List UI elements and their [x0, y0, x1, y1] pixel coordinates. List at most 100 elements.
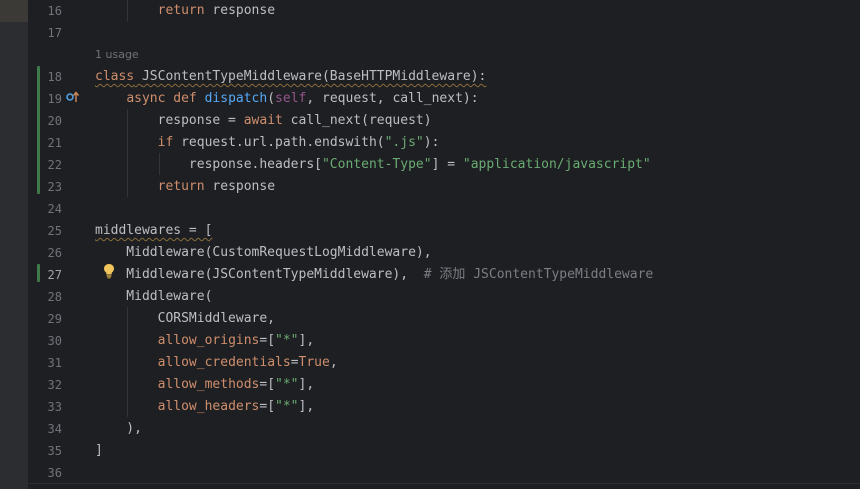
line-number[interactable]: 34 [28, 418, 62, 440]
line-number[interactable]: 30 [28, 330, 62, 352]
code-line[interactable]: allow_methods=["*"], [95, 374, 315, 396]
code-token: ], [298, 333, 315, 348]
code-token: allow_methods [157, 377, 260, 392]
code-token: if [157, 135, 174, 150]
code-token: ), [95, 421, 142, 436]
code-token: = [290, 355, 299, 370]
line-number[interactable]: 25 [28, 220, 62, 242]
line-number[interactable]: 28 [28, 286, 62, 308]
code-token: ] [95, 443, 103, 458]
lightbulb-icon[interactable] [103, 263, 115, 279]
code-token: self [275, 91, 307, 106]
code-token: Middleware( [95, 289, 213, 304]
code-token: middlewares = [ [95, 223, 213, 238]
code-line[interactable]: ), [95, 418, 142, 440]
usage-hint[interactable]: 1 usage [95, 44, 139, 66]
code-line[interactable]: middlewares = [ [95, 220, 212, 242]
line-number[interactable]: 26 [28, 242, 62, 264]
code-token: allow_headers [157, 399, 260, 414]
line-number[interactable]: 21 [28, 132, 62, 154]
code-line[interactable]: allow_credentials=True, [95, 352, 338, 374]
line-number[interactable]: 19 [28, 88, 62, 110]
code-token: JSContentTypeMiddleware [141, 69, 322, 84]
code-token: async [126, 91, 166, 106]
code-token: ( [267, 91, 276, 106]
line-number[interactable]: 36 [28, 462, 62, 484]
code-token: "*" [275, 377, 299, 392]
line-number[interactable]: 27 [28, 264, 62, 286]
override-method-icon[interactable] [66, 91, 80, 103]
code-token: =[ [259, 399, 276, 414]
code-token: return [157, 179, 205, 194]
code-line[interactable]: allow_headers=["*"], [95, 396, 315, 418]
code-token: response [204, 179, 276, 194]
line-number[interactable]: 17 [28, 22, 62, 44]
code-token: Middleware(CustomRequestLogMiddleware), [95, 245, 432, 260]
code-token: request.url.path.endswith( [173, 135, 385, 150]
code-token: response = [95, 113, 244, 128]
code-token: "application/javascript" [462, 157, 651, 172]
code-line[interactable]: Middleware(JSContentTypeMiddleware), # 添… [95, 264, 653, 286]
code-token: Middleware(JSContentTypeMiddleware), [95, 267, 424, 282]
line-number[interactable]: 29 [28, 308, 62, 330]
code-line[interactable]: CORSMiddleware, [95, 308, 275, 330]
code-line[interactable]: Middleware(CustomRequestLogMiddleware), [95, 242, 432, 264]
code-token: CORSMiddleware, [95, 311, 276, 326]
line-number[interactable]: 31 [28, 352, 62, 374]
code-line[interactable]: response = await call_next(request) [95, 110, 432, 132]
code-token: , request, call_next): [306, 91, 479, 106]
code-line[interactable]: response.headers["Content-Type"] = "appl… [95, 154, 651, 176]
code-token: allow_origins [157, 333, 260, 348]
code-line[interactable]: async def dispatch(self, request, call_n… [95, 88, 479, 110]
code-token: return [157, 3, 205, 18]
code-token: ".js" [384, 135, 424, 150]
code-line[interactable]: allow_origins=["*"], [95, 330, 315, 352]
code-line[interactable]: if request.url.path.endswith(".js"): [95, 132, 440, 154]
code-token: True [298, 355, 330, 370]
code-token: response.headers[ [95, 157, 322, 172]
code-token: ): [423, 135, 440, 150]
code-token: , [329, 355, 338, 370]
code-token: "Content-Type" [321, 157, 432, 172]
code-line[interactable]: ] [95, 440, 103, 462]
line-number[interactable]: 20 [28, 110, 62, 132]
code-token: call_next(request) [282, 113, 432, 128]
code-token: (BaseHTTPMiddleware): [321, 69, 487, 84]
code-token: def [173, 91, 197, 106]
code-token: ], [298, 399, 315, 414]
code-token: allow_credentials [157, 355, 291, 370]
code-editor[interactable]: 1 usage 16 return response 17 18 class JSCo… [0, 0, 860, 489]
code-line[interactable]: return response [95, 176, 275, 198]
code-token: await [243, 113, 283, 128]
tool-window-selected-block [0, 0, 28, 22]
code-line[interactable]: return response [95, 0, 275, 22]
code-line[interactable]: class JSContentTypeMiddleware(BaseHTTPMi… [95, 66, 486, 88]
line-number[interactable]: 23 [28, 176, 62, 198]
line-number[interactable]: 22 [28, 154, 62, 176]
code-line[interactable]: Middleware( [95, 286, 212, 308]
line-number[interactable]: 32 [28, 374, 62, 396]
code-token: =[ [259, 377, 276, 392]
code-token: ], [298, 377, 315, 392]
tool-window-strip [0, 0, 28, 489]
code-token: class [95, 69, 135, 84]
line-number[interactable]: 16 [28, 0, 62, 22]
line-number[interactable]: 35 [28, 440, 62, 462]
editor-bottom-divider [28, 483, 860, 484]
line-number[interactable]: 33 [28, 396, 62, 418]
code-token: response [204, 3, 276, 18]
line-number[interactable]: 18 [28, 66, 62, 88]
code-token: dispatch [204, 91, 268, 106]
code-token: "*" [275, 333, 299, 348]
code-token: # 添加 JSContentTypeMiddleware [423, 267, 654, 282]
line-number[interactable]: 24 [28, 198, 62, 220]
